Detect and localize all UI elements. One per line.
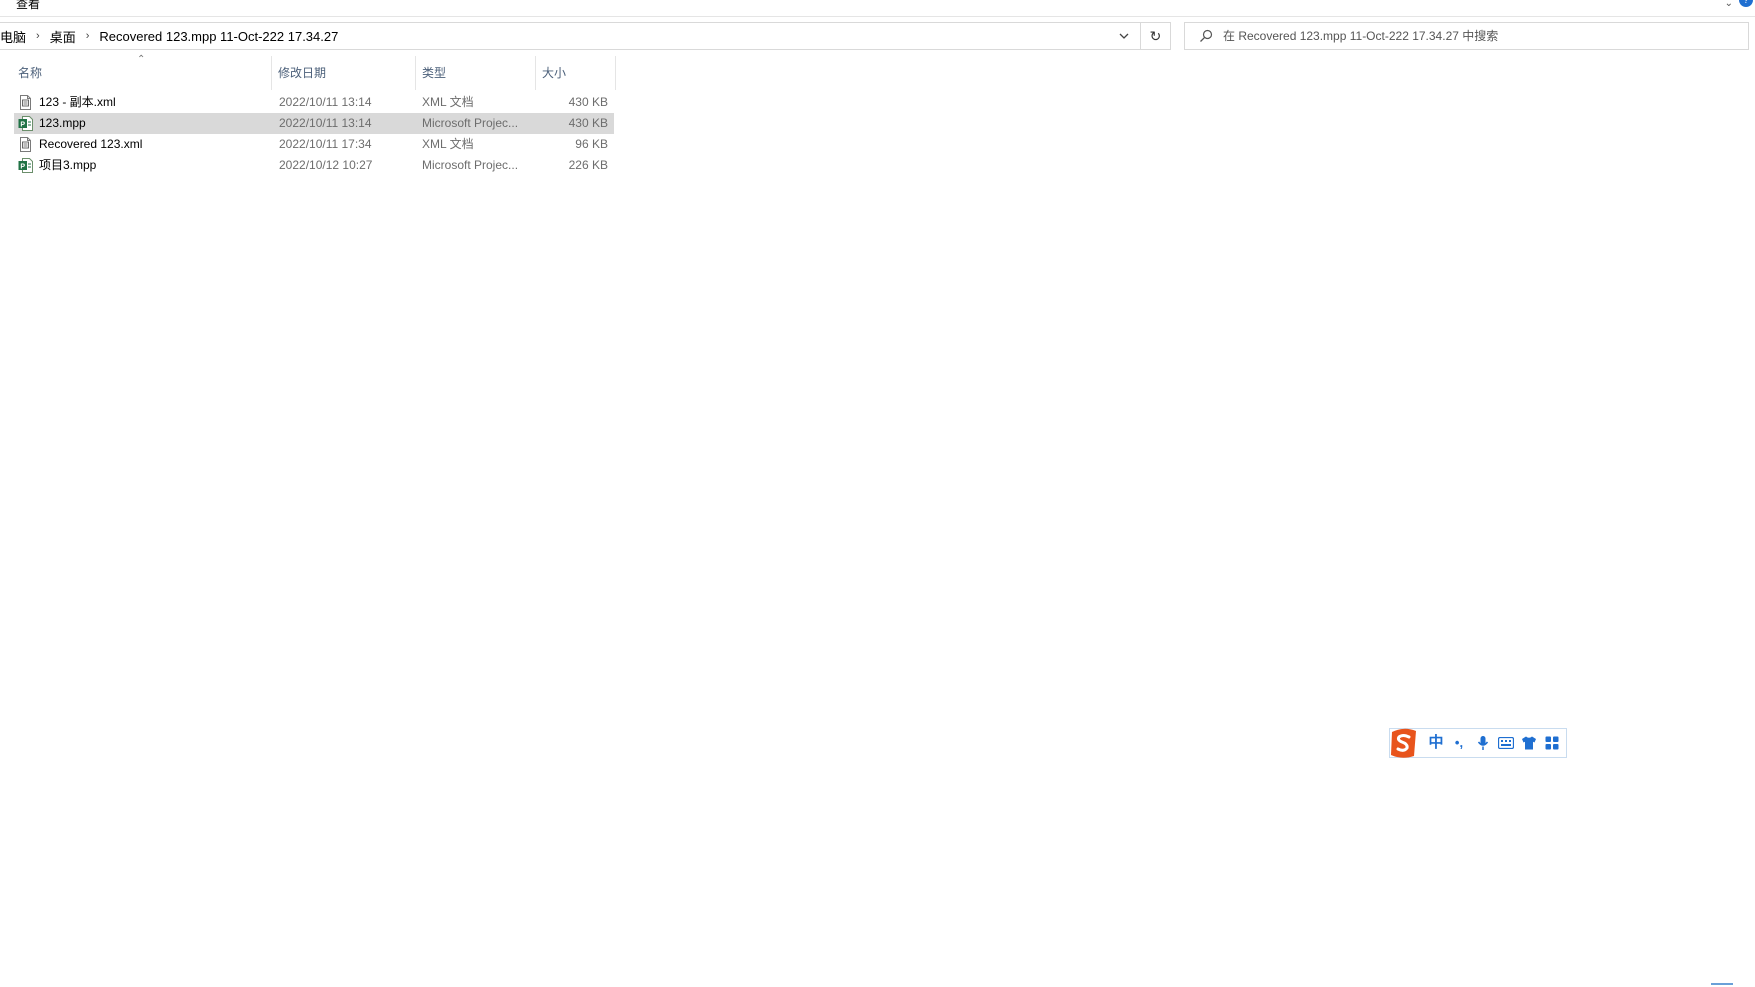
ime-language-toggle[interactable]: 中 xyxy=(1426,733,1446,753)
file-size: 96 KB xyxy=(575,137,608,151)
file-type: XML 文档 xyxy=(422,95,474,109)
help-icon[interactable]: ? xyxy=(1739,0,1753,7)
breadcrumb-chevron-icon[interactable]: › xyxy=(86,30,90,42)
file-modified-date: 2022/10/11 13:14 xyxy=(279,116,372,130)
refresh-icon: ↻ xyxy=(1149,27,1162,44)
file-modified-date: 2022/10/11 17:34 xyxy=(279,137,372,151)
file-list: 123 - 副本.xml 2022/10/11 13:14 XML 文档 430 KB… xyxy=(14,92,614,176)
address-history-chevron-down-icon[interactable] xyxy=(1108,23,1140,49)
keyboard-icon[interactable] xyxy=(1496,733,1516,753)
breadcrumb-current-folder[interactable]: Recovered 123.mpp 11-Oct-222 17.34.27 xyxy=(99,29,338,44)
project-file-icon: P xyxy=(18,116,33,131)
file-size: 226 KB xyxy=(568,158,608,172)
search-icon xyxy=(1200,29,1213,42)
xml-file-icon xyxy=(20,137,31,152)
column-header-size[interactable]: 大小 xyxy=(536,56,616,90)
ribbon-expand-icon[interactable]: ⌄ xyxy=(1725,0,1733,9)
project-file-icon: P xyxy=(18,158,33,173)
column-header-date[interactable]: 修改日期 xyxy=(272,56,416,90)
file-name: 123 - 副本.xml xyxy=(39,95,116,109)
sogou-logo-icon[interactable] xyxy=(1388,726,1420,760)
column-header-type[interactable]: 类型 xyxy=(416,56,536,90)
file-modified-date: 2022/10/12 10:27 xyxy=(279,158,373,172)
file-modified-date: 2022/10/11 13:14 xyxy=(279,95,372,109)
file-row[interactable]: 123 - 副本.xml 2022/10/11 13:14 XML 文档 430 KB xyxy=(14,92,614,113)
breadcrumb-chevron-icon[interactable]: › xyxy=(36,30,40,42)
ime-punctuation-toggle[interactable]: •, xyxy=(1449,733,1469,753)
column-header-name[interactable]: 名称 xyxy=(12,56,272,90)
tab-view[interactable]: 查看 xyxy=(16,0,40,12)
ribbon-bar: 查看 ⌄ ? xyxy=(0,0,1755,17)
file-type: XML 文档 xyxy=(422,137,474,151)
file-row[interactable]: Recovered 123.xml 2022/10/11 17:34 XML 文档 9… xyxy=(14,134,614,155)
toolbox-grid-icon[interactable] xyxy=(1542,733,1562,753)
column-headers: ⌃ 名称 修改日期 类型 大小 xyxy=(0,54,620,90)
file-name: 项目3.mpp xyxy=(39,158,97,172)
file-explorer-window: 查看 ⌄ ? 电脑 › 桌面 › Recovered 123.mpp 11-Oc… xyxy=(0,0,1755,987)
taskbar-edge-indicator xyxy=(1711,983,1733,987)
file-name: Recovered 123.xml xyxy=(39,137,143,151)
ime-toolbar[interactable]: 中 •, xyxy=(1389,728,1567,758)
search-box[interactable] xyxy=(1184,22,1749,50)
file-row[interactable]: P 123.mpp 2022/10/11 13:14 Microsoft Projec… xyxy=(14,113,614,134)
breadcrumb-desktop[interactable]: 桌面 xyxy=(50,27,76,46)
file-type: Microsoft Projec... xyxy=(422,158,519,172)
file-size: 430 KB xyxy=(568,116,608,130)
file-name: 123.mpp xyxy=(39,116,86,130)
microphone-icon[interactable] xyxy=(1473,733,1493,753)
breadcrumb-computer[interactable]: 电脑 xyxy=(0,27,26,46)
file-size: 430 KB xyxy=(568,95,608,109)
refresh-button[interactable]: ↻ xyxy=(1141,22,1171,50)
xml-file-icon xyxy=(20,95,31,110)
search-input[interactable] xyxy=(1221,28,1725,44)
address-bar[interactable]: 电脑 › 桌面 › Recovered 123.mpp 11-Oct-222 1… xyxy=(0,22,1141,50)
svg-text:P: P xyxy=(20,122,25,129)
file-row[interactable]: P 项目3.mpp 2022/10/12 10:27 Microsoft Projec… xyxy=(14,155,614,176)
skin-shirt-icon[interactable] xyxy=(1519,733,1539,753)
file-type: Microsoft Projec... xyxy=(422,116,519,130)
svg-text:P: P xyxy=(20,164,25,171)
